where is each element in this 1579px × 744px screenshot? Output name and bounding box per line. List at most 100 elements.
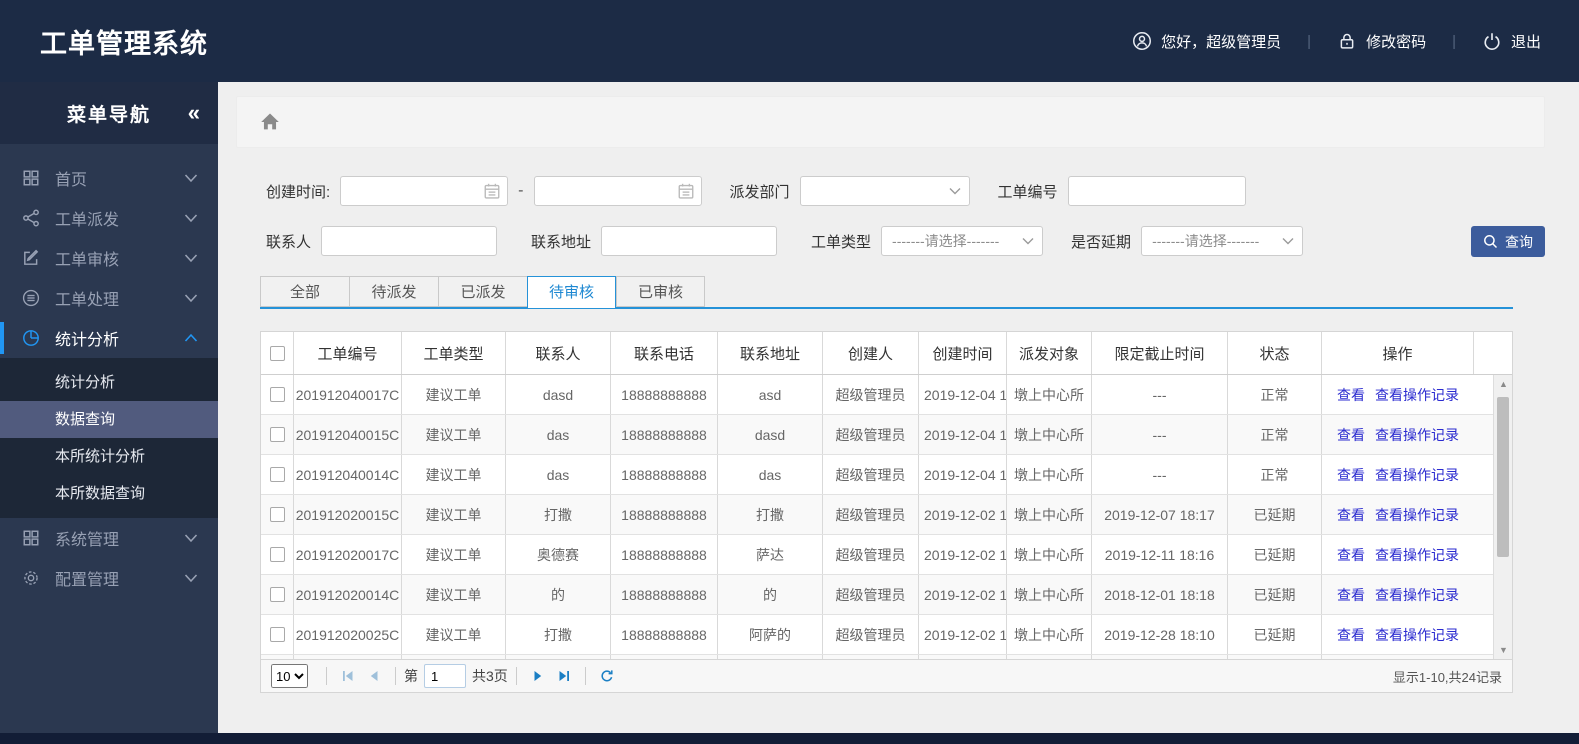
view-log-link[interactable]: 查看操作记录: [1375, 465, 1459, 485]
last-page-button[interactable]: [553, 665, 575, 687]
view-log-link[interactable]: 查看操作记录: [1375, 425, 1459, 445]
view-link[interactable]: 查看: [1337, 505, 1365, 525]
tab-5[interactable]: 已审核: [616, 276, 705, 307]
sidebar-item-3[interactable]: 工单审核: [0, 238, 218, 278]
home-icon[interactable]: [259, 111, 281, 133]
tab-2[interactable]: 待派发: [349, 276, 438, 307]
change-password-button[interactable]: 修改密码: [1337, 31, 1426, 52]
sidebar-item-2[interactable]: 工单派发: [0, 198, 218, 238]
cell-type: 建议工单: [402, 375, 506, 414]
view-link[interactable]: 查看: [1337, 385, 1365, 405]
cell-address: das: [718, 455, 823, 494]
tab-3[interactable]: 已派发: [438, 276, 527, 307]
depart-select[interactable]: [799, 176, 970, 206]
order-no-input[interactable]: [1068, 177, 1245, 205]
view-link[interactable]: 查看: [1337, 465, 1365, 485]
cell-target: 墩上中心所: [1007, 455, 1092, 494]
status-badge: 正常: [1228, 375, 1322, 414]
view-link[interactable]: 查看: [1337, 425, 1365, 445]
sidebar-item-6[interactable]: 系统管理: [0, 518, 218, 558]
sidebar-collapse-icon[interactable]: «: [188, 100, 200, 126]
page-size-select[interactable]: 10: [271, 664, 308, 688]
refresh-button[interactable]: [596, 665, 618, 687]
cell-creator: 超级管理员: [823, 375, 919, 414]
select-all-checkbox[interactable]: [269, 345, 285, 361]
cell-empty: [506, 655, 611, 659]
column-header: 创建时间: [919, 332, 1007, 374]
cell-deadline: 2019-12-28 18:10: [1092, 615, 1228, 654]
view-log-link[interactable]: 查看操作记录: [1375, 585, 1459, 605]
table-body: 201912040017C 建议工单 dasd 18888888888 asd 超级管理员…: [261, 375, 1512, 659]
sidebar-subitem-4[interactable]: 本所数据查询: [0, 475, 218, 512]
row-checkbox[interactable]: [269, 467, 285, 482]
cell-created: 2019-12-02 16: [919, 575, 1007, 614]
delay-label: 是否延期: [1071, 233, 1132, 251]
cell-creator: 超级管理员: [823, 495, 919, 534]
row-checkbox[interactable]: [269, 507, 285, 522]
actions-cell: 查看 查看操作记录: [1322, 455, 1474, 494]
cell-phone: 18888888888: [611, 415, 718, 454]
scrollbar-thumb[interactable]: [1497, 397, 1509, 557]
sidebar-header: 菜单导航 «: [0, 82, 218, 144]
sidebar-item-5[interactable]: 统计分析: [0, 318, 218, 358]
table-row: 201912020015C 建议工单 打撒 18888888888 打撒 超级管理员 201…: [261, 495, 1512, 535]
chevron-down-icon: [184, 173, 198, 183]
pager-divider: [326, 667, 327, 685]
view-log-link[interactable]: 查看操作记录: [1375, 625, 1459, 645]
gear-icon: [22, 569, 40, 587]
logout-button[interactable]: 退出: [1482, 31, 1541, 52]
next-page-button[interactable]: [527, 665, 549, 687]
sidebar-submenu: 统计分析 数据查询 本所统计分析 本所数据查询: [0, 358, 218, 518]
row-checkbox[interactable]: [269, 547, 285, 562]
view-link[interactable]: 查看: [1337, 545, 1365, 565]
table-scrollbar[interactable]: ▲ ▼: [1493, 375, 1512, 659]
row-checkbox[interactable]: [269, 627, 285, 642]
row-checkbox-cell: [261, 455, 294, 494]
view-log-link[interactable]: 查看操作记录: [1375, 385, 1459, 405]
first-page-button[interactable]: [337, 665, 359, 687]
row-checkbox[interactable]: [269, 387, 285, 402]
sidebar-subitem-1[interactable]: 统计分析: [0, 364, 218, 401]
breadcrumb: [236, 96, 1545, 148]
order-type-select[interactable]: -------请选择-------: [881, 226, 1044, 256]
sidebar-item-1[interactable]: 首页: [0, 158, 218, 198]
header-divider: |: [1307, 32, 1312, 50]
table-row: 201912020017C 建议工单 奥德赛 18888888888 萨达 超级管理员 20…: [261, 535, 1512, 575]
cell-target: 墩上中心所: [1007, 575, 1092, 614]
cell-created: 2019-12-04 15: [919, 415, 1007, 454]
cell-address: asd: [718, 375, 823, 414]
main-content: 创建时间: - 派发部门 工单编号 联系人 联系地址 工单类型 -------请…: [218, 82, 1579, 733]
calendar-icon[interactable]: [483, 182, 501, 200]
header-divider: |: [1452, 32, 1456, 50]
page-number-input[interactable]: [424, 664, 466, 688]
row-checkbox[interactable]: [269, 427, 285, 442]
cell-contact: 的: [506, 575, 611, 614]
cell-address: 打撒: [718, 495, 823, 534]
tab-1[interactable]: 全部: [260, 276, 349, 307]
delay-select[interactable]: -------请选择-------: [1141, 226, 1304, 256]
sidebar-subitem-3[interactable]: 本所统计分析: [0, 438, 218, 475]
prev-page-button[interactable]: [363, 665, 385, 687]
sidebar-subitem-2[interactable]: 数据查询: [0, 401, 218, 438]
contact-input[interactable]: [322, 227, 497, 255]
search-button[interactable]: 查询: [1471, 226, 1545, 257]
address-field: [601, 226, 778, 256]
sidebar-menu: 首页 工单派发 工单审核 工单处理 统计分析 统计分析 数据查询 本所统计分析 本所数据查询 系统…: [0, 144, 218, 598]
sidebar-item-4[interactable]: 工单处理: [0, 278, 218, 318]
cell-address: 阿萨的: [718, 615, 823, 654]
sidebar-item-7[interactable]: 配置管理: [0, 558, 218, 598]
cell-phone: 18888888888: [611, 535, 718, 574]
row-checkbox[interactable]: [269, 587, 285, 602]
view-link[interactable]: 查看: [1337, 625, 1365, 645]
user-greeting[interactable]: 您好，超级管理员: [1132, 31, 1281, 52]
view-log-link[interactable]: 查看操作记录: [1375, 505, 1459, 525]
cell-type: 建议工单: [402, 455, 506, 494]
address-input[interactable]: [602, 227, 777, 255]
tab-4[interactable]: 待审核: [527, 276, 616, 309]
scroll-up-arrow[interactable]: ▲: [1494, 379, 1512, 389]
scroll-down-arrow[interactable]: ▼: [1494, 645, 1512, 655]
view-link[interactable]: 查看: [1337, 585, 1365, 605]
calendar-icon[interactable]: [677, 182, 695, 200]
cell-type: 建议工单: [402, 615, 506, 654]
view-log-link[interactable]: 查看操作记录: [1375, 545, 1459, 565]
